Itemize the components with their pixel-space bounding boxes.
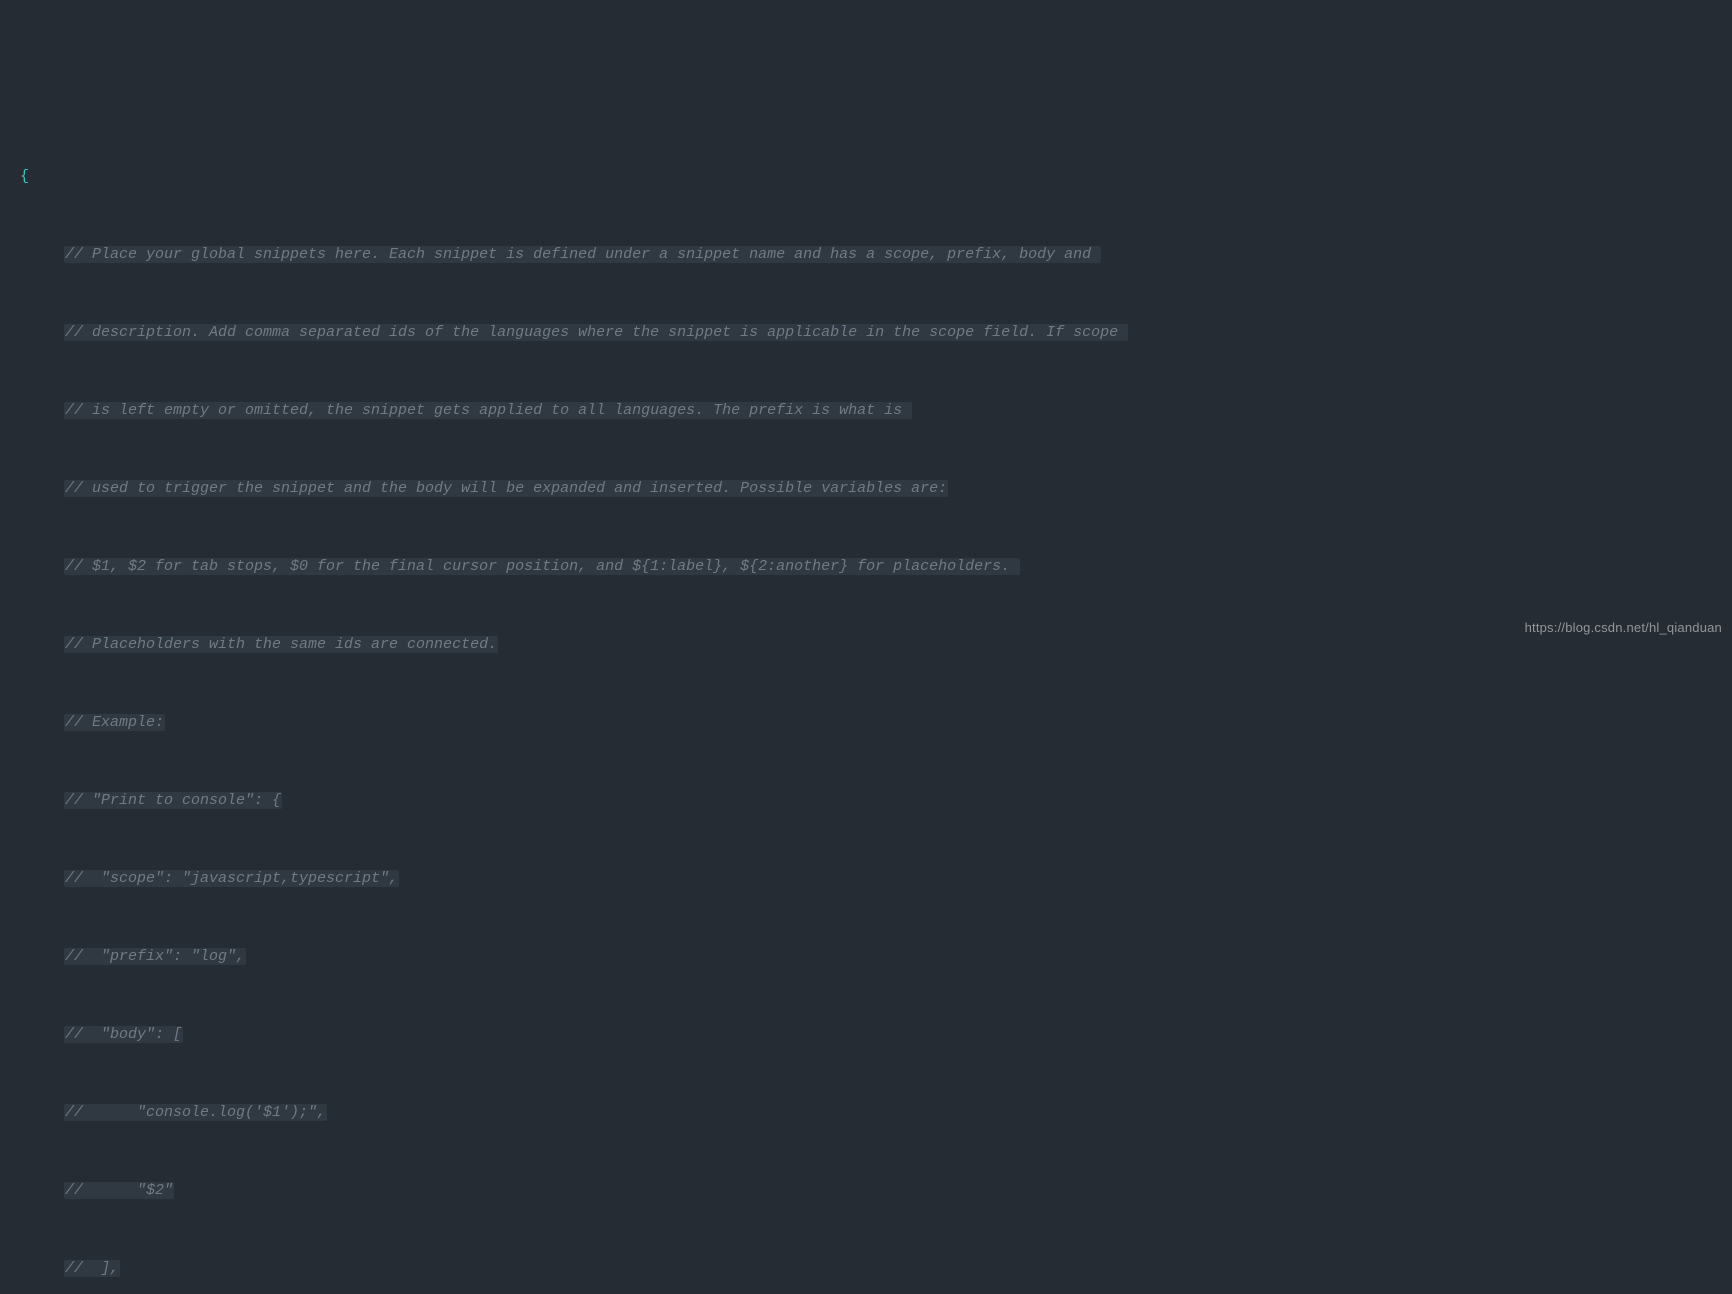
- comment-line: // Place your global snippets here. Each…: [64, 246, 1101, 263]
- comment-line: // "prefix": "log",: [64, 948, 246, 965]
- comment-line: // "$2": [64, 1182, 174, 1199]
- watermark-text: https://blog.csdn.net/hl_qianduan: [1525, 615, 1722, 641]
- comment-line: // Example:: [64, 714, 165, 731]
- comment-line: // used to trigger the snippet and the b…: [64, 480, 948, 497]
- code-editor[interactable]: { // Place your global snippets here. Ea…: [0, 104, 1732, 1294]
- open-brace: {: [20, 168, 29, 185]
- comment-line: // $1, $2 for tab stops, $0 for the fina…: [64, 558, 1020, 575]
- comment-line: // "scope": "javascript,typescript",: [64, 870, 399, 887]
- comment-line: // is left empty or omitted, the snippet…: [64, 402, 912, 419]
- comment-line: // description. Add comma separated ids …: [64, 324, 1128, 341]
- comment-line: // "Print to console": {: [64, 792, 282, 809]
- comment-line: // ],: [64, 1260, 120, 1277]
- comment-line: // Placeholders with the same ids are co…: [64, 636, 498, 653]
- comment-line: // "body": [: [64, 1026, 183, 1043]
- comment-line: // "console.log('$1');",: [64, 1104, 327, 1121]
